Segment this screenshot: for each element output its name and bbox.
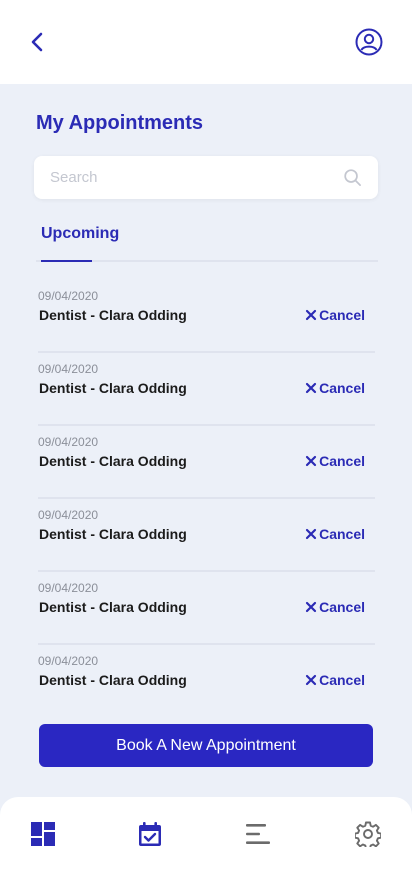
cancel-button[interactable]: Cancel	[305, 307, 365, 323]
search-box	[34, 156, 378, 199]
close-icon	[305, 309, 317, 321]
cancel-label: Cancel	[319, 307, 365, 323]
dashboard-icon[interactable]	[30, 821, 56, 847]
page-title: My Appointments	[36, 112, 204, 134]
appointment-title: Dentist - Clara Odding	[39, 307, 187, 323]
appointment-date: 09/04/2020	[38, 508, 99, 522]
close-icon	[305, 455, 317, 467]
appointment-item: 09/04/2020 Dentist - Clara Odding Cancel	[38, 572, 375, 645]
appointment-list: 09/04/2020 Dentist - Clara Odding Cancel…	[38, 280, 375, 718]
cancel-button[interactable]: Cancel	[305, 453, 365, 469]
appointment-title: Dentist - Clara Odding	[39, 599, 187, 615]
close-icon	[305, 601, 317, 613]
search-input[interactable]	[50, 156, 330, 199]
appointment-date: 09/04/2020	[38, 654, 99, 668]
tab-bar: Upcoming	[36, 225, 378, 262]
cancel-label: Cancel	[319, 599, 365, 615]
appointment-title: Dentist - Clara Odding	[39, 453, 187, 469]
cancel-button[interactable]: Cancel	[305, 599, 365, 615]
close-icon	[305, 674, 317, 686]
cancel-label: Cancel	[319, 526, 365, 542]
appointment-item: 09/04/2020 Dentist - Clara Odding Cancel	[38, 353, 375, 426]
appointment-date: 09/04/2020	[38, 435, 99, 449]
appointment-item: 09/04/2020 Dentist - Clara Odding Cancel	[38, 499, 375, 572]
appointment-title: Dentist - Clara Odding	[39, 526, 187, 542]
cancel-button[interactable]: Cancel	[305, 380, 365, 396]
appointment-date: 09/04/2020	[38, 362, 99, 376]
close-icon	[305, 528, 317, 540]
search-icon[interactable]	[343, 168, 362, 187]
appointment-title: Dentist - Clara Odding	[39, 672, 187, 688]
settings-gear-icon[interactable]	[355, 821, 381, 847]
chevron-left-icon[interactable]	[24, 28, 52, 56]
top-bar	[0, 0, 412, 84]
book-appointment-button[interactable]: Book A New Appointment	[39, 724, 373, 767]
active-tab-indicator	[41, 260, 92, 262]
menu-lines-icon[interactable]	[245, 821, 271, 847]
appointment-title: Dentist - Clara Odding	[39, 380, 187, 396]
close-icon	[305, 382, 317, 394]
bottom-navigation	[0, 797, 412, 870]
appointment-date: 09/04/2020	[38, 581, 99, 595]
cancel-button[interactable]: Cancel	[305, 672, 365, 688]
cancel-label: Cancel	[319, 672, 365, 688]
cancel-label: Cancel	[319, 453, 365, 469]
user-circle-icon[interactable]	[354, 27, 384, 57]
cancel-label: Cancel	[319, 380, 365, 396]
appointment-item: 09/04/2020 Dentist - Clara Odding Cancel	[38, 645, 375, 718]
calendar-check-icon[interactable]	[137, 821, 163, 847]
appointment-item: 09/04/2020 Dentist - Clara Odding Cancel	[38, 280, 375, 353]
tab-upcoming[interactable]: Upcoming	[41, 225, 119, 262]
cancel-button[interactable]: Cancel	[305, 526, 365, 542]
appointment-date: 09/04/2020	[38, 289, 99, 303]
appointment-item: 09/04/2020 Dentist - Clara Odding Cancel	[38, 426, 375, 499]
